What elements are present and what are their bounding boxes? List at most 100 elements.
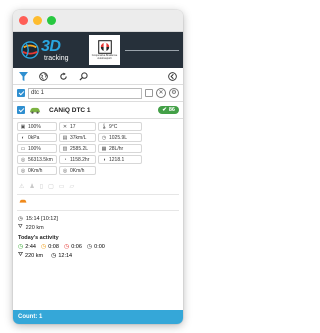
driving-clock-icon: ◷ — [18, 244, 24, 250]
battery-icon: ▭ — [20, 145, 26, 152]
car-icon — [29, 107, 41, 114]
settings-button[interactable]: ⚙ — [169, 88, 179, 98]
gauge-icon: ◐ — [21, 134, 25, 141]
fuel-level-icon: ▣ — [20, 123, 26, 130]
fire-status — [13, 195, 183, 206]
odometer-icon: ◷ — [101, 134, 107, 141]
clock-icon: ◷ — [18, 215, 23, 222]
toolbar — [13, 68, 183, 85]
metric-cell: ◷ 1025.9L — [98, 133, 142, 142]
stop-clock-icon: ◷ — [51, 253, 57, 259]
window-titlebar — [13, 10, 183, 32]
last-update-row: ◷ 15:14 [10:12] — [13, 214, 183, 223]
vehicle-name[interactable]: CANiQ DTC 1 — [49, 107, 154, 114]
engine-hours-icon: ◔ — [63, 156, 67, 163]
globe-logo-icon — [21, 41, 39, 59]
metric-value: 17 — [70, 123, 76, 130]
metric-cell: ◎ 0Km/h — [59, 166, 96, 175]
clear-search-button[interactable]: ✕ — [156, 88, 166, 98]
maximize-window-button[interactable] — [47, 16, 56, 25]
app-header: 3D tracking Cooperativa Braidense Autotr… — [13, 32, 183, 68]
metric-value: 1158.2hr — [70, 156, 90, 163]
consumption-icon: ▤ — [62, 134, 68, 141]
vehicle-checkbox[interactable] — [17, 106, 25, 114]
select-all-checkbox[interactable] — [17, 89, 25, 97]
metric-value: 0Km/h — [28, 167, 43, 174]
app-logo: 3D tracking — [41, 37, 69, 62]
filter-icon[interactable] — [19, 71, 28, 81]
stop-time: 12:14 — [58, 252, 73, 259]
refresh-icon[interactable] — [59, 71, 68, 81]
distance-row: ⛛ 220 km — [13, 223, 183, 232]
collapse-panel-icon[interactable] — [168, 71, 177, 81]
road-icon: ⛛ — [18, 224, 23, 230]
wrench-icon: ✕ — [62, 123, 68, 130]
metric-value: 0Km/h — [70, 167, 85, 174]
thermometer-icon: 🌡 — [101, 123, 108, 130]
filter-checkbox[interactable] — [145, 89, 153, 97]
minimize-window-button[interactable] — [33, 16, 42, 25]
metric-cell: ◎ 0Km/h — [17, 166, 57, 175]
metric-cell: ◐ 0kPa — [17, 133, 57, 142]
metric-cell: ◎ 56313.5km — [17, 155, 57, 164]
activity-title: Today's activity — [18, 235, 59, 241]
truck-icon: ▭ — [58, 184, 65, 190]
metric-cell: 🌡 9°C — [98, 122, 142, 131]
person-icon: ♟ — [29, 184, 35, 190]
activity-distance: 220 km — [25, 252, 44, 259]
count-label: Count: 1 — [18, 314, 43, 320]
close-window-button[interactable] — [19, 16, 28, 25]
partner-logo: Cooperativa Braidense Autotrasporti — [89, 35, 120, 65]
metric-value: 100% — [28, 145, 41, 152]
app-window: 3D tracking Cooperativa Braidense Autotr… — [13, 10, 183, 324]
header-divider — [125, 50, 179, 51]
resting-time: 0:06 — [71, 243, 82, 250]
search-input[interactable]: dtc 1 — [28, 87, 142, 99]
metric-value: 2585.2L — [70, 145, 89, 152]
logo-sub-text: tracking — [44, 54, 69, 62]
search-icon[interactable] — [79, 71, 88, 81]
rate-icon: ▦ — [101, 145, 107, 152]
metric-cell: ▥ 2585.2L — [59, 144, 96, 153]
working-clock-icon: ◷ — [40, 244, 47, 250]
road-icon: ⛛ — [18, 252, 24, 258]
vehicle-status-badge: ✔ 86 — [158, 106, 179, 114]
lock-icon: ▢ — [48, 184, 54, 190]
metric-value: 28L/hr — [109, 145, 124, 152]
metric-cell: ▭ 100% — [17, 144, 57, 153]
partner-emblem-icon — [97, 39, 112, 54]
vehicle-badge-value: 86 — [168, 107, 175, 113]
vehicle-list-item[interactable]: CANiQ DTC 1 ✔ 86 — [13, 102, 183, 119]
metric-value: 1025.9L — [109, 134, 128, 141]
rpm-icon: ◑ — [102, 156, 106, 163]
door-icon: ▯ — [39, 184, 44, 190]
distance-text: 220 km — [25, 224, 44, 231]
trailer-icon: ▱ — [69, 184, 75, 190]
logo-main-text: 3D — [41, 37, 61, 55]
metric-cell: ✕ 17 — [59, 122, 96, 131]
metric-value: 9°C — [109, 123, 118, 130]
metric-cell: ◔ 1158.2hr — [59, 155, 96, 164]
globe-icon[interactable] — [39, 71, 48, 81]
metric-cell: ▤ 37km/L — [59, 133, 96, 142]
partner-logo-text: Cooperativa Braidense Autotrasporti — [91, 53, 118, 60]
check-icon: ✔ — [162, 107, 167, 113]
search-row: dtc 1 ✕ ⚙ — [13, 85, 183, 102]
activity-row: ◷ 2:44 ◷ 0:08 ◷ 0:06 ◷ 0:00 — [13, 242, 183, 251]
metric-cell: ◑ 1218.1 — [98, 155, 142, 164]
sensor-icons-row: ⚠ ♟ ▯ ▢ ▭ ▱ — [13, 175, 183, 190]
vehicle-info: ◷ 15:14 [10:12] ⛛ 220 km — [13, 211, 183, 232]
metric-cell: ▣ 100% — [17, 122, 57, 131]
metric-value: 100% — [28, 123, 41, 130]
speed-limit-icon: ◎ — [62, 167, 68, 174]
working-time: 0:08 — [48, 243, 59, 250]
metric-value: 0kPa — [28, 134, 40, 141]
metric-value: 1218.1 — [109, 156, 125, 163]
metric-cell: ▦ 28L/hr — [98, 144, 142, 153]
available-time: 0:00 — [94, 243, 105, 250]
activity-summary-row: ⛛ 220 km ◷ 12:14 — [13, 251, 183, 260]
driving-time: 2:44 — [25, 243, 36, 250]
distance-icon: ◎ — [20, 156, 26, 163]
fuel-used-icon: ▥ — [62, 145, 68, 152]
speed-icon: ◎ — [20, 167, 26, 174]
